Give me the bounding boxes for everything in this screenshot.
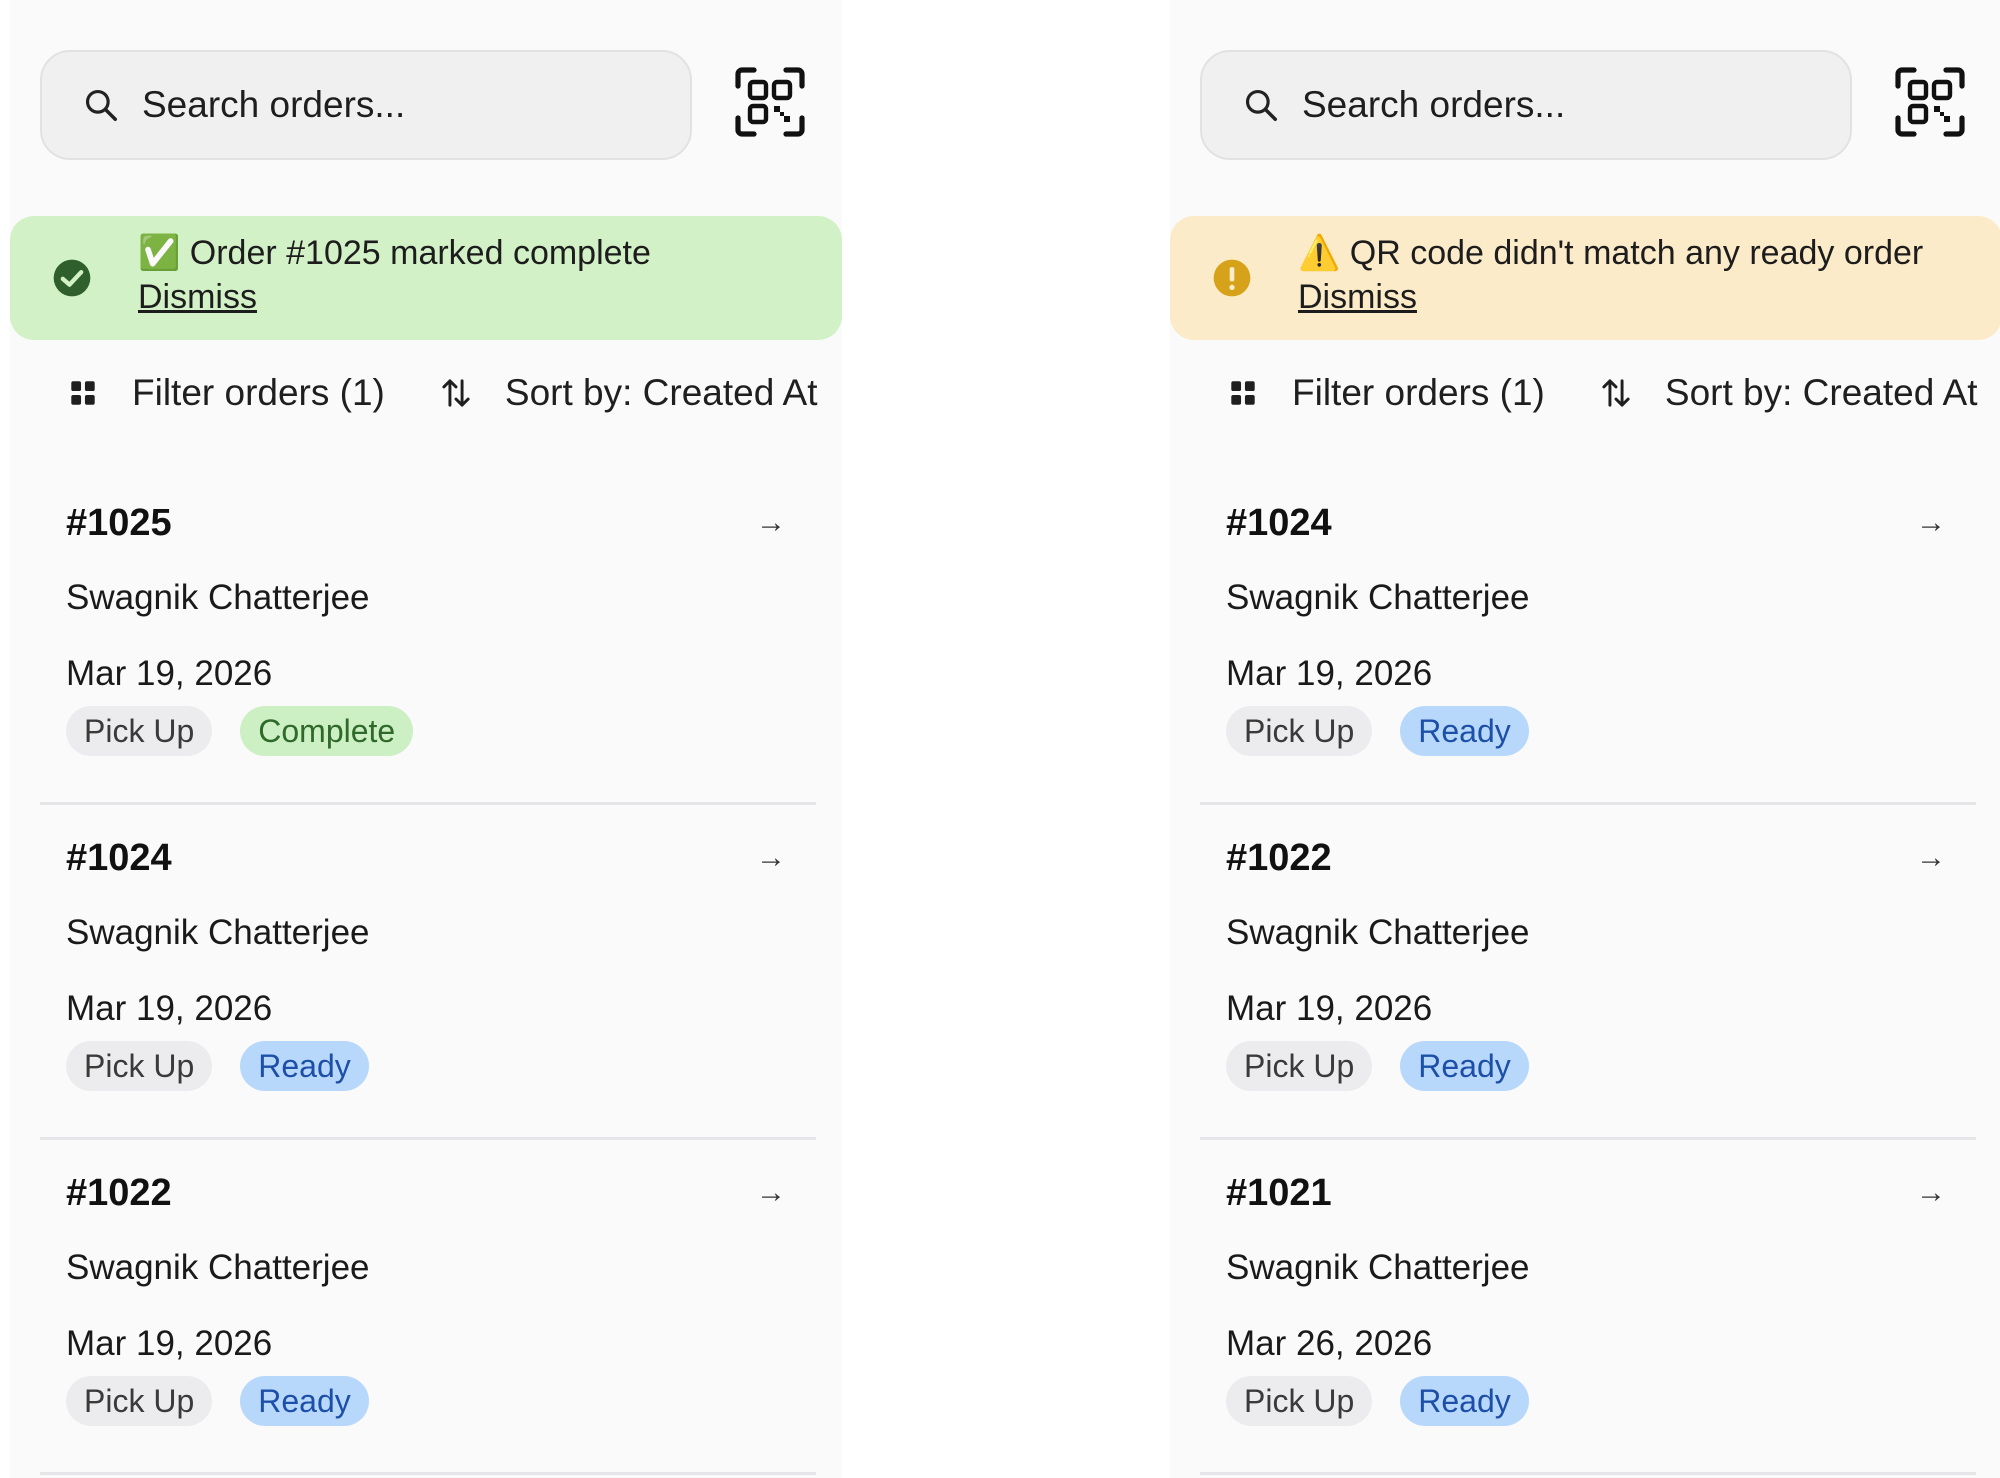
arrow-right-icon[interactable]: → (1916, 506, 1946, 540)
order-card[interactable]: #1022 → Swagnik Chatterjee Mar 19, 2026 … (1200, 805, 1976, 1140)
order-number: #1024 (66, 837, 172, 879)
order-number: #1025 (66, 502, 172, 544)
order-type-badge: Pick Up (66, 1376, 213, 1426)
order-type-badge: Pick Up (66, 706, 213, 756)
search-icon (1242, 86, 1280, 124)
search-icon (82, 86, 120, 124)
order-type-badge: Pick Up (66, 1041, 213, 1091)
arrow-right-icon[interactable]: → (1916, 841, 1946, 875)
dismiss-link[interactable]: Dismiss (138, 275, 257, 319)
filter-button[interactable]: Filter orders (1) (1228, 372, 1545, 414)
order-card[interactable]: #1025 → Swagnik Chatterjee Mar 19, 2026 … (40, 470, 816, 805)
filter-button[interactable]: Filter orders (1) (68, 372, 385, 414)
order-card[interactable]: #1022 → Swagnik Chatterjee Mar 19, 2026 … (40, 1140, 816, 1475)
status-badge: Complete (240, 706, 414, 756)
order-date: Mar 19, 2026 (1226, 654, 1433, 693)
order-type-badge: Pick Up (1226, 706, 1373, 756)
order-date: Mar 19, 2026 (66, 1324, 273, 1363)
arrow-right-icon[interactable]: → (756, 1176, 786, 1210)
filter-label: Filter orders (1) (132, 372, 385, 413)
customer-name: Swagnik Chatterjee (1226, 578, 1530, 617)
orders-panel-right: Search orders... ⚠️ QR code didn't match… (1170, 0, 2000, 1478)
success-banner: ✅ Order #1025 marked complete Dismiss (10, 216, 842, 340)
search-bar[interactable]: Search orders... (1200, 50, 1852, 160)
banner-message: ✅ Order #1025 marked complete (138, 233, 651, 272)
order-card[interactable]: #1024 → Swagnik Chatterjee Mar 19, 2026 … (40, 805, 816, 1140)
status-badge: Ready (240, 1041, 369, 1091)
status-badge: Ready (1400, 1376, 1529, 1426)
order-number: #1021 (1226, 1172, 1332, 1214)
search-bar[interactable]: Search orders... (40, 50, 692, 160)
qr-scan-icon (1894, 66, 1966, 143)
exclamation-circle-icon (1212, 258, 1252, 298)
qr-scan-button[interactable] (728, 62, 812, 146)
arrow-right-icon[interactable]: → (756, 506, 786, 540)
banner-message: ⚠️ QR code didn't match any ready order (1298, 233, 1924, 272)
customer-name: Swagnik Chatterjee (66, 578, 370, 617)
order-card[interactable]: #1021 → Swagnik Chatterjee Mar 26, 2026 … (1200, 1140, 1976, 1475)
sort-button[interactable]: Sort by: Created At (1601, 372, 1978, 414)
grid-icon (1228, 376, 1258, 410)
search-placeholder[interactable]: Search orders... (1302, 84, 1565, 126)
customer-name: Swagnik Chatterjee (66, 1248, 370, 1287)
order-type-badge: Pick Up (1226, 1376, 1373, 1426)
sort-arrows-icon (441, 376, 471, 410)
sort-button[interactable]: Sort by: Created At (441, 372, 818, 414)
check-circle-icon (52, 258, 92, 298)
arrow-right-icon[interactable]: → (756, 841, 786, 875)
status-badge: Ready (1400, 706, 1529, 756)
orders-panel-left: Search orders... ✅ Order #1025 marked co… (10, 0, 842, 1478)
grid-icon (68, 376, 98, 410)
qr-scan-icon (734, 66, 806, 143)
order-number: #1024 (1226, 502, 1332, 544)
customer-name: Swagnik Chatterjee (66, 913, 370, 952)
order-number: #1022 (66, 1172, 172, 1214)
search-placeholder[interactable]: Search orders... (142, 84, 405, 126)
sort-arrows-icon (1601, 376, 1631, 410)
order-type-badge: Pick Up (1226, 1041, 1373, 1091)
order-date: Mar 19, 2026 (66, 989, 273, 1028)
sort-label: Sort by: Created At (504, 372, 818, 413)
filter-label: Filter orders (1) (1292, 372, 1545, 413)
order-date: Mar 19, 2026 (1226, 989, 1433, 1028)
list-toolbar: Filter orders (1) Sort by: Created At (1170, 360, 2000, 426)
status-badge: Ready (1400, 1041, 1529, 1091)
dismiss-link[interactable]: Dismiss (1298, 275, 1417, 319)
customer-name: Swagnik Chatterjee (1226, 913, 1530, 952)
list-toolbar: Filter orders (1) Sort by: Created At (10, 360, 842, 426)
arrow-right-icon[interactable]: → (1916, 1176, 1946, 1210)
qr-scan-button[interactable] (1888, 62, 1972, 146)
order-date: Mar 26, 2026 (1226, 1324, 1433, 1363)
customer-name: Swagnik Chatterjee (1226, 1248, 1530, 1287)
sort-label: Sort by: Created At (1664, 372, 1978, 413)
order-card[interactable]: #1024 → Swagnik Chatterjee Mar 19, 2026 … (1200, 470, 1976, 805)
order-number: #1022 (1226, 837, 1332, 879)
status-badge: Ready (240, 1376, 369, 1426)
warning-banner: ⚠️ QR code didn't match any ready order … (1170, 216, 2000, 340)
order-date: Mar 19, 2026 (66, 654, 273, 693)
